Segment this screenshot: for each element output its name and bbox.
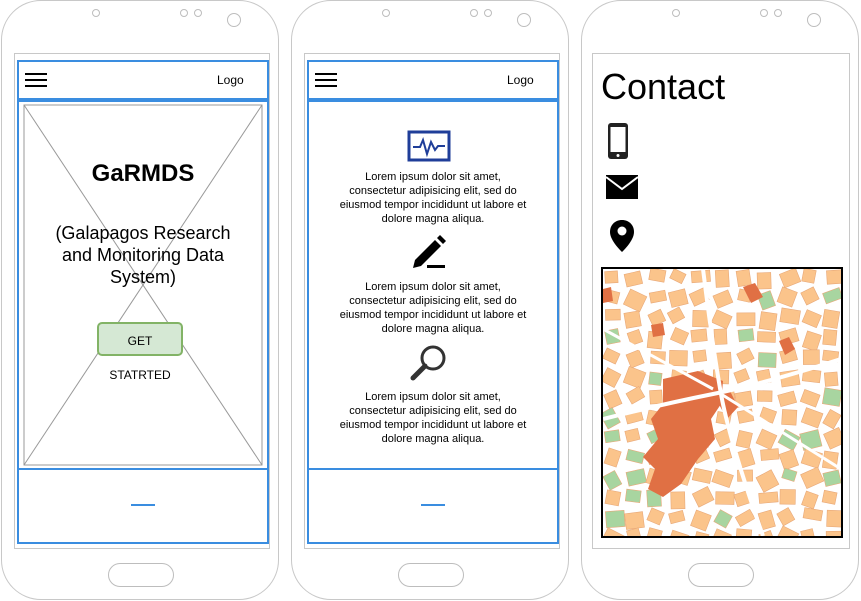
map-block <box>801 269 817 284</box>
map-block <box>692 349 708 363</box>
map-block <box>781 409 798 426</box>
monitor-chart-icon <box>407 130 451 162</box>
footer-section <box>17 468 269 544</box>
map-block <box>604 489 622 507</box>
hero-title: GaRMDS <box>91 160 195 187</box>
screen: Logo GaRMDS (Galapagos Research and Moni… <box>14 53 270 549</box>
map-block <box>757 352 777 368</box>
map-block <box>604 270 619 284</box>
map-block <box>758 311 778 331</box>
map-block <box>758 491 779 504</box>
header-bar: Logo <box>307 60 559 100</box>
feature-text: Lorem ipsum dolor sit amet, consectetur … <box>339 281 527 335</box>
phone-frame-home: Logo GaRMDS (Galapagos Research and Moni… <box>1 0 279 600</box>
hamburger-menu-icon[interactable] <box>315 73 337 87</box>
map-block <box>714 269 730 288</box>
sensor-dot <box>180 9 188 17</box>
sensor-dot <box>194 9 202 17</box>
speaker-dot <box>672 9 680 17</box>
hero-section: GaRMDS (Galapagos Research and Monitorin… <box>17 100 269 470</box>
screen: Contact <box>592 53 850 549</box>
map-block <box>825 530 841 536</box>
logo: Logo <box>217 73 244 87</box>
map-block <box>757 331 776 343</box>
map-block <box>690 328 708 343</box>
feature-text: Lorem ipsum dolor sit amet, consectetur … <box>339 171 527 225</box>
sensor-dot <box>470 9 478 17</box>
map-block <box>737 328 755 343</box>
map-block <box>821 489 838 505</box>
feature-text: Lorem ipsum dolor sit amet, consectetur … <box>339 391 527 445</box>
map-block <box>715 491 735 505</box>
phone-icon[interactable] <box>607 122 629 160</box>
map-block <box>648 371 663 386</box>
home-button[interactable] <box>398 563 464 587</box>
map-block <box>760 448 780 461</box>
map-block <box>735 528 753 536</box>
map-block <box>822 328 838 346</box>
map-block <box>779 307 801 325</box>
map-block <box>624 488 642 503</box>
map-block <box>713 328 728 345</box>
hamburger-menu-icon[interactable] <box>25 73 47 87</box>
map-block <box>756 390 773 402</box>
contact-title: Contact <box>601 66 726 107</box>
camera-dot <box>227 13 241 27</box>
map-block <box>822 387 841 407</box>
sensor-dot <box>484 9 492 17</box>
phone-frame-contact: Contact <box>581 0 859 600</box>
header-bar: Logo <box>17 60 269 100</box>
home-button[interactable] <box>108 563 174 587</box>
map-block <box>735 269 752 287</box>
camera-dot <box>517 13 531 27</box>
map-block <box>736 312 756 327</box>
phone-frame-features: Logo Lorem ipsum dolor sit amet, consect… <box>291 0 569 600</box>
get-started-button[interactable]: GET STATRTED <box>97 322 183 382</box>
map-block <box>826 509 841 528</box>
map-canvas <box>603 269 841 536</box>
sensor-dot <box>774 9 782 17</box>
sensor-dot <box>760 9 768 17</box>
magnifier-icon <box>410 345 446 381</box>
map-block <box>826 269 841 285</box>
map-block <box>690 269 711 284</box>
map-block <box>756 272 772 290</box>
map-block <box>736 408 755 424</box>
map-block <box>668 350 688 367</box>
home-button[interactable] <box>688 563 754 587</box>
map-block <box>623 310 642 329</box>
city-map[interactable] <box>601 267 843 538</box>
screen: Logo Lorem ipsum dolor sit amet, consect… <box>304 53 560 549</box>
map-block <box>821 308 841 329</box>
map-landmark <box>651 323 665 337</box>
speaker-dot <box>92 9 100 17</box>
map-block <box>823 371 839 387</box>
logo: Logo <box>507 73 534 87</box>
location-pin-icon[interactable] <box>609 219 635 253</box>
camera-dot <box>807 13 821 27</box>
map-block <box>779 489 796 505</box>
map-block <box>692 309 710 328</box>
features-section: Lorem ipsum dolor sit amet, consectetur … <box>307 100 559 470</box>
pencil-icon <box>413 235 446 268</box>
hero-subtitle: (Galapagos Research and Monitoring Data … <box>55 223 231 287</box>
map-block <box>605 509 626 529</box>
map-block <box>802 349 820 365</box>
footer-section <box>307 468 559 544</box>
envelope-icon[interactable] <box>605 174 639 200</box>
footer-dash <box>131 504 155 506</box>
map-block <box>649 389 663 405</box>
map-block <box>624 511 645 530</box>
map-block <box>670 491 686 510</box>
speaker-dot <box>382 9 390 17</box>
map-block <box>605 308 621 321</box>
footer-dash <box>421 504 445 506</box>
map-block <box>603 429 621 444</box>
